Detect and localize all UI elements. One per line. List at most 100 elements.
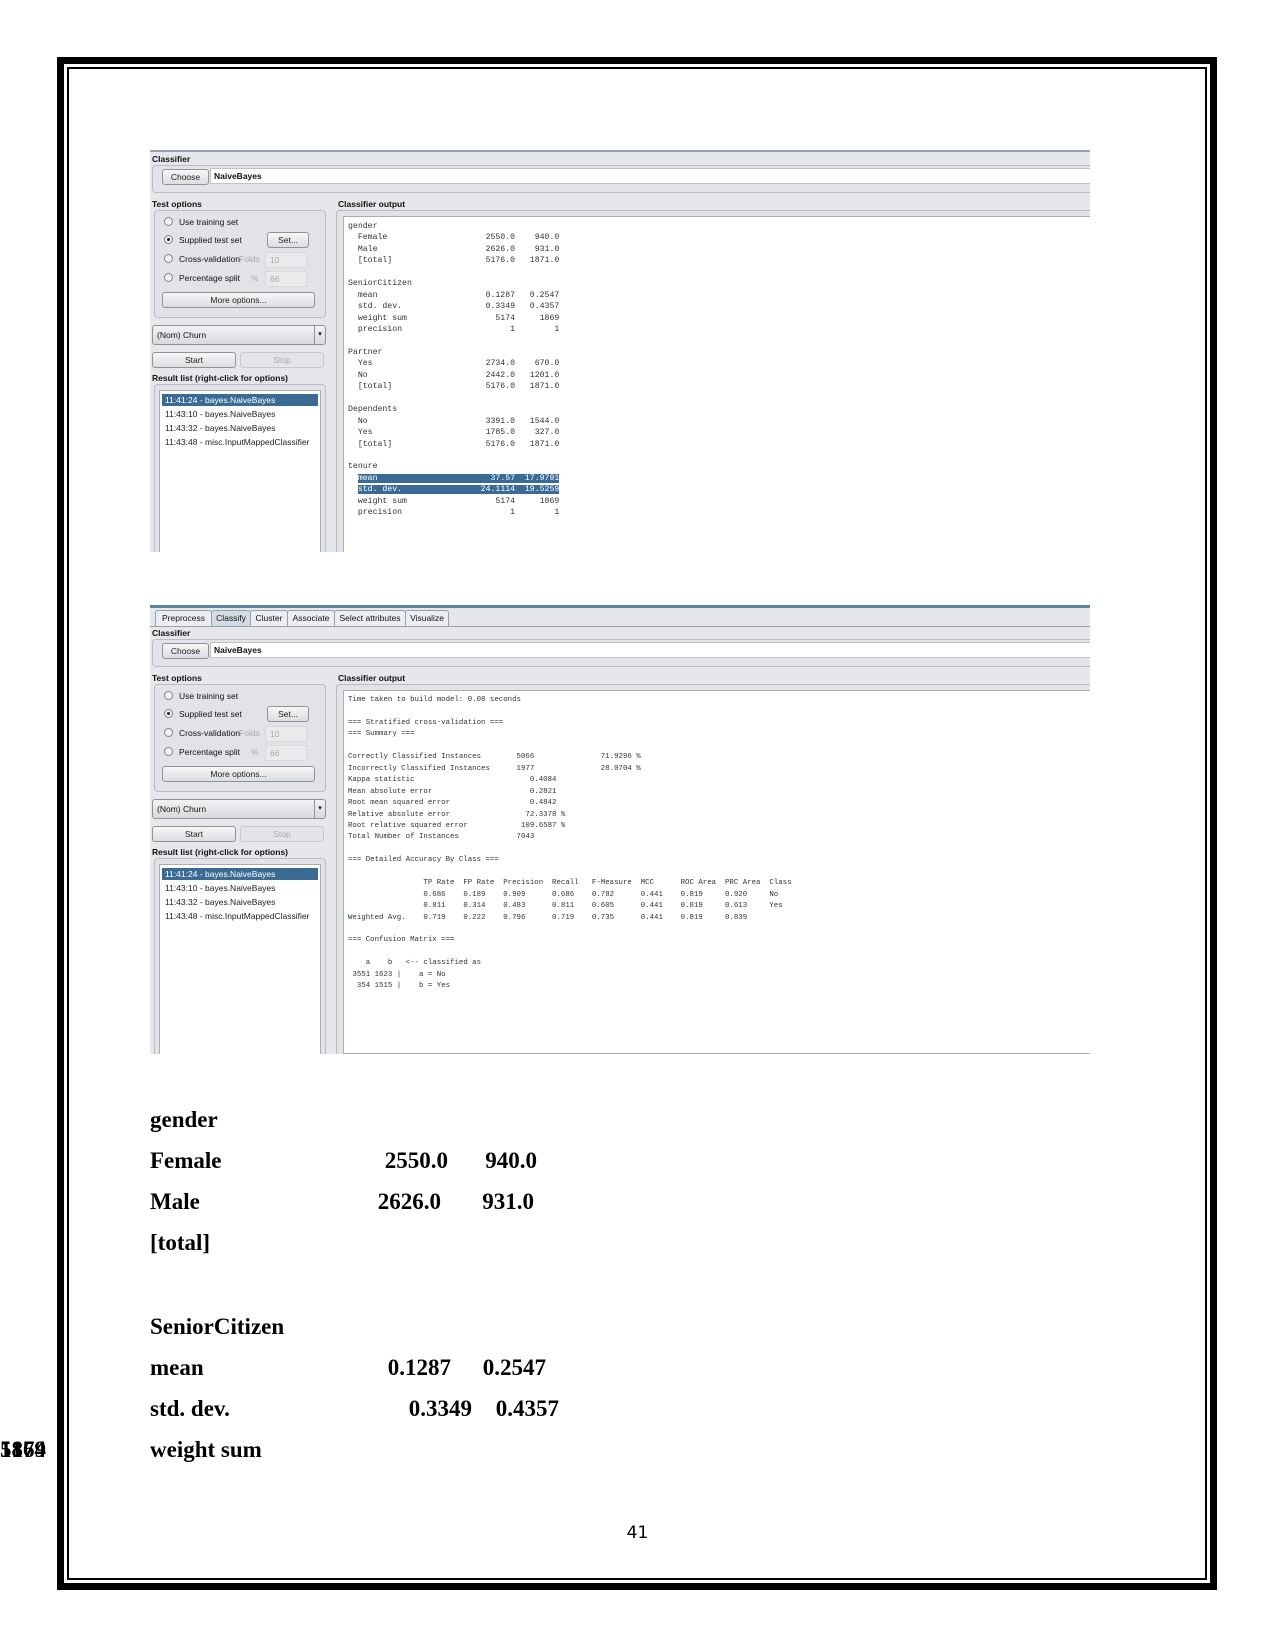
result-list-item[interactable]: 11:43:48 - misc.InputMappedClassifier [162,910,318,922]
document-line-label: [total] [150,1230,211,1255]
output-line: Incorrectly Classified Instances 1977 28… [348,764,641,773]
result-list-item[interactable]: 11:43:10 - bayes.NaiveBayes [162,408,318,420]
output-line: Partner [348,347,383,357]
output-line: SeniorCitizen [348,279,412,289]
output-line: TP Rate FP Rate Precision Recall F-Measu… [348,879,792,888]
output-line: Total Number of Instances 7043 [348,833,535,842]
set-test-set-button[interactable]: Set... [267,232,309,248]
more-options-button[interactable]: More options... [162,766,315,782]
start-button[interactable]: Start [152,352,236,368]
start-button[interactable]: Start [152,826,236,842]
document-value: 0.4357 [495,1396,559,1421]
classifier-output-text[interactable]: gender Female 2550.0 940.0 Male 2626.0 9… [343,216,1090,552]
output-line: weight sum 5174 1869 [348,496,560,506]
output-line: Root relative squared error 109.6587 % [348,821,566,830]
result-list-item[interactable]: 11:43:10 - bayes.NaiveBayes [162,882,318,894]
result-list[interactable]: 11:41:24 - bayes.NaiveBayes 11:43:10 - b… [159,390,321,552]
tab-select-attributes[interactable]: Select attributes [334,610,406,626]
tab-associate[interactable]: Associate [287,610,335,626]
radio-unchecked-icon [164,728,173,737]
folds-label: Folds [239,728,260,738]
classifier-name-field[interactable]: NaiveBayes [210,168,1090,184]
radio-checked-icon [164,235,173,244]
choose-button[interactable]: Choose [162,169,209,185]
output-line: Yes 1785.0 327.0 [348,428,560,438]
output-line: gender [348,222,378,231]
output-line: Yes 2734.0 670.0 [348,359,560,369]
document-value: 931.0 [482,1189,534,1214]
output-line: [total] 5176.0 1871.0 [348,382,560,392]
supplied-test-set-radio[interactable]: Supplied test set [164,707,264,721]
percent-input[interactable]: 66 [265,745,307,761]
use-training-set-radio[interactable]: Use training set [164,689,314,703]
test-options-label: Test options [152,199,202,209]
use-training-set-radio[interactable]: Use training set [164,215,314,229]
class-attribute-select[interactable]: (Nom) Churn ▾ [152,799,326,819]
output-line: No 2442.0 1201.0 [348,370,560,380]
output-line: Weighted Avg. 0.719 0.222 0.796 0.719 0.… [348,913,748,922]
document-value: 0.1287 [387,1355,451,1380]
classifier-output-label: Classifier output [338,199,406,209]
page-number: 41 [626,1523,649,1543]
document-line-label: weight sum [150,1437,262,1462]
document-line-label: gender [150,1107,218,1132]
tab-visualize[interactable]: Visualize [405,610,449,626]
folds-label: Folds [239,254,260,264]
output-line: precision 1 1 [348,325,560,335]
output-line: std. dev. 0.3349 0.4357 [348,302,560,312]
set-test-set-button[interactable]: Set... [267,706,309,722]
output-line: [total] 5176.0 1871.0 [348,256,560,266]
document-value: 1869 [0,1437,46,1462]
output-line: Correctly Classified Instances 5066 71.9… [348,753,641,762]
result-list-item[interactable]: 11:43:32 - bayes.NaiveBayes [162,422,318,434]
tab-preprocess[interactable]: Preprocess [155,610,212,626]
classifier-section-label: Classifier [152,154,191,164]
result-list-item[interactable]: 11:41:24 - bayes.NaiveBayes [162,394,318,406]
output-line: === Confusion Matrix === [348,936,455,945]
radio-unchecked-icon [164,254,173,263]
result-list-item[interactable]: 11:41:24 - bayes.NaiveBayes [162,868,318,880]
result-list-item[interactable]: 11:43:48 - misc.InputMappedClassifier [162,436,318,448]
output-line: Dependents [348,405,398,415]
percent-label: % [251,747,259,757]
output-line: Mean absolute error 0.2821 [348,787,557,796]
result-list-item[interactable]: 11:43:32 - bayes.NaiveBayes [162,896,318,908]
percent-input[interactable]: 66 [265,271,307,287]
folds-input[interactable]: 10 [265,726,307,742]
tab-classify[interactable]: Classify [211,610,251,626]
output-line: Female 2550.0 940.0 [348,233,560,243]
folds-input[interactable]: 10 [265,252,307,268]
result-list[interactable]: 11:41:24 - bayes.NaiveBayes 11:43:10 - b… [159,864,321,1054]
classifier-output-text[interactable]: Time taken to build model: 0.08 seconds =… [343,690,1090,1054]
weka-screenshot-cross-validation-results: Preprocess Classify Cluster Associate Se… [150,605,1090,1054]
percentage-split-radio[interactable]: Percentage split [164,271,264,285]
output-line: === Detailed Accuracy By Class === [348,856,499,865]
supplied-test-set-radio[interactable]: Supplied test set [164,233,264,247]
output-line: 354 1515 | b = Yes [348,982,451,991]
radio-unchecked-icon [164,273,173,282]
tab-cluster[interactable]: Cluster [250,610,288,626]
output-line: [total] 5176.0 1871.0 [348,439,560,449]
output-line: Kappa statistic 0.4084 [348,776,557,785]
more-options-button[interactable]: More options... [162,292,315,308]
classifier-name-field[interactable]: NaiveBayes [210,642,1090,658]
output-line: 3551 1623 | a = No [348,970,446,979]
document-value: 0.2547 [482,1355,546,1380]
percentage-split-radio[interactable]: Percentage split [164,745,264,759]
output-line: 0.686 0.189 0.909 0.686 0.782 0.441 0.81… [348,890,779,899]
classifier-section-label: Classifier [152,628,191,638]
output-line: mean 0.1287 0.2547 [348,290,560,300]
result-list-label: Result list (right-click for options) [152,847,289,857]
output-line: === Stratified cross-validation === [348,718,504,727]
choose-button[interactable]: Choose [162,643,209,659]
percent-label: % [251,273,259,283]
stop-button: Stop [240,352,324,368]
document-value: 2626.0 [377,1189,441,1214]
output-line: Time taken to build model: 0.08 seconds [348,696,521,704]
document-line-label: Male [150,1189,200,1214]
dropdown-arrow-icon: ▾ [314,800,325,818]
document-line-label: std. dev. [150,1396,230,1421]
output-line: Root mean squared error 0.4842 [348,799,557,808]
class-attribute-select[interactable]: (Nom) Churn ▾ [152,325,326,345]
dropdown-arrow-icon: ▾ [314,326,325,344]
